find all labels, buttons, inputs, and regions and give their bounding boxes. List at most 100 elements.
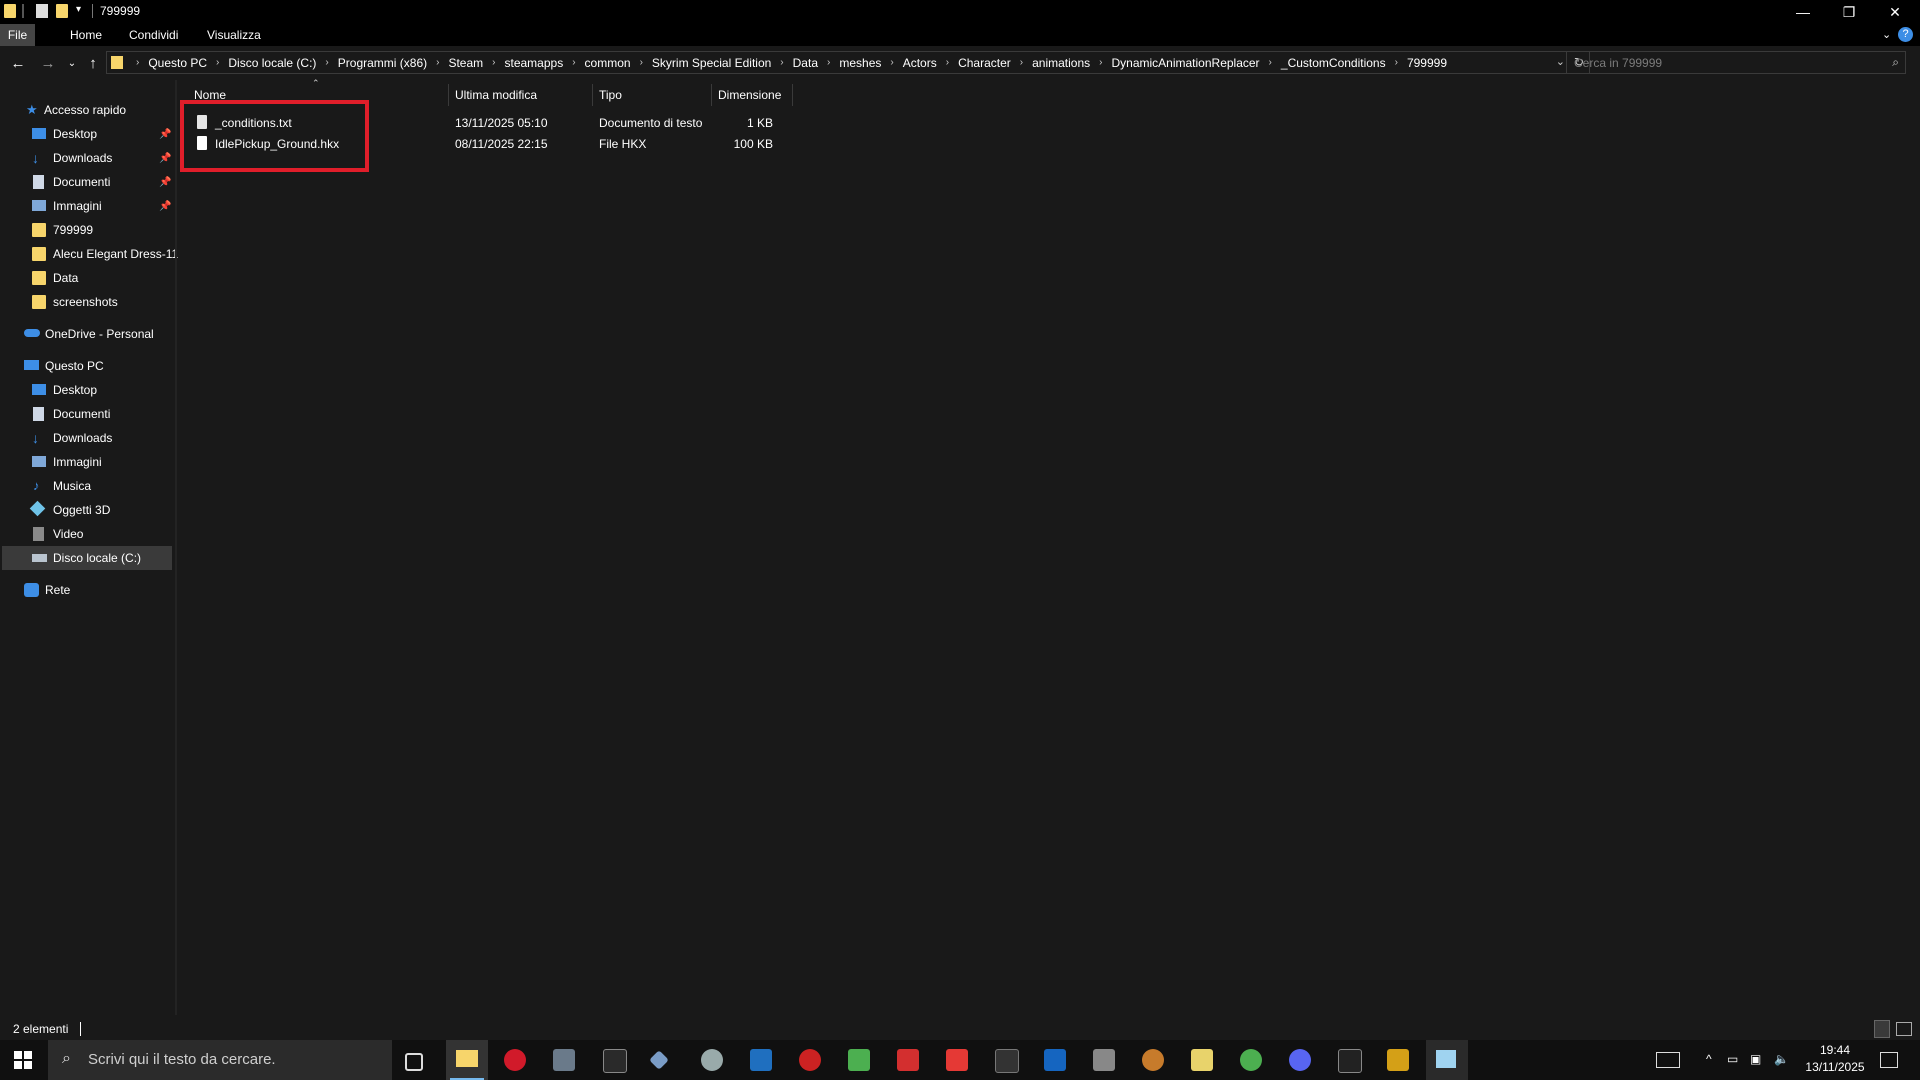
details-view-icon[interactable] <box>1874 1020 1890 1038</box>
mod-manager-icon[interactable] <box>603 1049 627 1073</box>
breadcrumb-data[interactable]: Data <box>793 56 818 70</box>
camera-icon[interactable]: ▭ <box>1727 1052 1738 1066</box>
app-icon[interactable] <box>799 1049 821 1071</box>
nav-this-pc[interactable]: Questo PC <box>0 354 172 378</box>
nav-quick-downloads[interactable]: ↓ Downloads 📌 <box>0 146 172 170</box>
volume-icon[interactable]: 🔈 <box>1774 1052 1789 1066</box>
address-history-chevron-icon[interactable]: ⌄ <box>1556 55 1565 68</box>
nav-quick-documenti[interactable]: Documenti 📌 <box>0 170 172 194</box>
nav-quick-alecu[interactable]: Alecu Elegant Dress-11 <box>0 242 178 266</box>
taskbar-search-box[interactable]: ⌕ Scrivi qui il testo da cercare. <box>48 1040 392 1080</box>
discord-icon[interactable] <box>1289 1049 1311 1071</box>
breadcrumb-separator[interactable]: › <box>881 57 902 68</box>
tab-visualizza[interactable]: Visualizza <box>197 24 271 46</box>
column-header-modified[interactable]: Ultima modifica <box>455 84 537 106</box>
breadcrumb-separator[interactable]: › <box>207 57 228 68</box>
properties-icon[interactable] <box>36 4 48 18</box>
breadcrumb-separator[interactable]: › <box>427 57 448 68</box>
app-icon[interactable] <box>1191 1049 1213 1071</box>
breadcrumb-separator[interactable]: › <box>937 57 958 68</box>
nav-onedrive[interactable]: OneDrive - Personal <box>0 322 172 346</box>
tab-condividi[interactable]: Condividi <box>119 24 188 46</box>
app-icon[interactable] <box>1387 1049 1409 1071</box>
network-icon[interactable]: ▣ <box>1750 1052 1761 1066</box>
opera-icon[interactable] <box>504 1049 526 1071</box>
breadcrumb-separator[interactable]: › <box>316 57 337 68</box>
breadcrumb-programmi[interactable]: Programmi (x86) <box>338 56 427 70</box>
nav-pc-disco-locale[interactable]: Disco locale (C:) <box>2 546 172 570</box>
column-header-size[interactable]: Dimensione <box>718 84 781 106</box>
nav-quick-799999[interactable]: 799999 <box>0 218 172 242</box>
breadcrumb-dar[interactable]: DynamicAnimationReplacer <box>1111 56 1259 70</box>
quick-access-dropdown-icon[interactable]: ▾ <box>76 4 86 18</box>
app-icon[interactable] <box>946 1049 968 1071</box>
nav-pc-immagini[interactable]: Immagini <box>0 450 172 474</box>
notepad-icon[interactable] <box>848 1049 870 1071</box>
app-icon[interactable] <box>1338 1049 1362 1073</box>
nav-pc-musica[interactable]: ♪ Musica <box>0 474 172 498</box>
recent-locations-chevron-icon[interactable]: ⌄ <box>61 52 83 74</box>
notification-center-icon[interactable] <box>1880 1052 1898 1068</box>
paint-icon[interactable] <box>701 1049 723 1071</box>
show-hidden-icons-chevron-icon[interactable]: ^ <box>1706 1052 1712 1066</box>
nav-pc-video[interactable]: Video <box>0 522 172 546</box>
nav-quick-data[interactable]: Data <box>0 266 172 290</box>
breadcrumb-common[interactable]: common <box>585 56 631 70</box>
clock-time[interactable]: 19:44 <box>1800 1043 1870 1057</box>
breadcrumb-separator[interactable]: › <box>631 57 652 68</box>
search-icon[interactable]: ⌕ <box>1892 55 1899 70</box>
breadcrumb-steamapps[interactable]: steamapps <box>505 56 564 70</box>
app-icon[interactable] <box>995 1049 1019 1073</box>
breadcrumb-actors[interactable]: Actors <box>903 56 937 70</box>
nav-quick-screenshots[interactable]: screenshots <box>0 290 172 314</box>
file-explorer-taskbar-button[interactable] <box>446 1040 488 1080</box>
nav-quick-desktop[interactable]: Desktop 📌 <box>0 122 172 146</box>
clock-date[interactable]: 13/11/2025 <box>1800 1060 1870 1074</box>
column-divider[interactable] <box>592 84 593 106</box>
windows-start-icon[interactable] <box>14 1051 32 1069</box>
breadcrumb-separator[interactable]: › <box>483 57 504 68</box>
breadcrumb-separator[interactable]: › <box>1260 57 1281 68</box>
breadcrumb-customconditions[interactable]: _CustomConditions <box>1281 56 1386 70</box>
task-view-icon[interactable] <box>405 1053 423 1071</box>
breadcrumb-questo-pc[interactable]: Questo PC <box>148 56 207 70</box>
keyboard-icon[interactable] <box>1656 1052 1680 1068</box>
breadcrumb-separator[interactable]: › <box>1386 57 1407 68</box>
app-icon[interactable] <box>1093 1049 1115 1071</box>
breadcrumb-skyrim[interactable]: Skyrim Special Edition <box>652 56 771 70</box>
breadcrumb-799999[interactable]: 799999 <box>1407 56 1447 70</box>
navigation-pane-divider[interactable] <box>175 80 177 1015</box>
breadcrumb-separator[interactable]: › <box>1011 57 1032 68</box>
back-arrow-icon[interactable]: ← <box>7 52 29 74</box>
close-button[interactable]: ✕ <box>1872 0 1918 24</box>
column-divider[interactable] <box>711 84 712 106</box>
breadcrumb-separator[interactable]: › <box>818 57 839 68</box>
breadcrumb-separator[interactable]: › <box>771 57 792 68</box>
breadcrumb-separator[interactable]: › <box>1090 57 1111 68</box>
tab-home[interactable]: Home <box>60 24 112 46</box>
breadcrumb-character[interactable]: Character <box>958 56 1011 70</box>
app-icon[interactable] <box>1044 1049 1066 1071</box>
forward-arrow-icon[interactable]: → <box>37 52 59 74</box>
help-icon[interactable]: ? <box>1898 27 1913 42</box>
column-divider[interactable] <box>792 84 793 106</box>
tab-file[interactable]: File <box>0 24 35 46</box>
up-arrow-icon[interactable]: ↑ <box>82 52 104 74</box>
breadcrumb-meshes[interactable]: meshes <box>839 56 881 70</box>
expand-ribbon-icon[interactable]: ⌄ <box>1872 24 1901 46</box>
nav-pc-desktop[interactable]: Desktop <box>0 378 172 402</box>
nav-network[interactable]: Rete <box>0 578 172 602</box>
nav-pc-oggetti3d[interactable]: Oggetti 3D <box>0 498 172 522</box>
search-input[interactable]: Cerca in 799999 ⌕ <box>1566 51 1906 74</box>
nav-pc-downloads[interactable]: ↓ Downloads <box>0 426 172 450</box>
app-icon[interactable] <box>1142 1049 1164 1071</box>
breadcrumb-disco-locale[interactable]: Disco locale (C:) <box>228 56 316 70</box>
breadcrumb-separator[interactable]: › <box>563 57 584 68</box>
notepad-taskbar-button[interactable] <box>1426 1040 1468 1080</box>
nav-pc-documenti[interactable]: Documenti <box>0 402 172 426</box>
chrome-icon[interactable] <box>1240 1049 1262 1071</box>
minimize-button[interactable]: — <box>1780 0 1826 24</box>
app-icon[interactable] <box>750 1049 772 1071</box>
breadcrumb-steam[interactable]: Steam <box>448 56 483 70</box>
new-folder-icon[interactable] <box>56 4 68 18</box>
